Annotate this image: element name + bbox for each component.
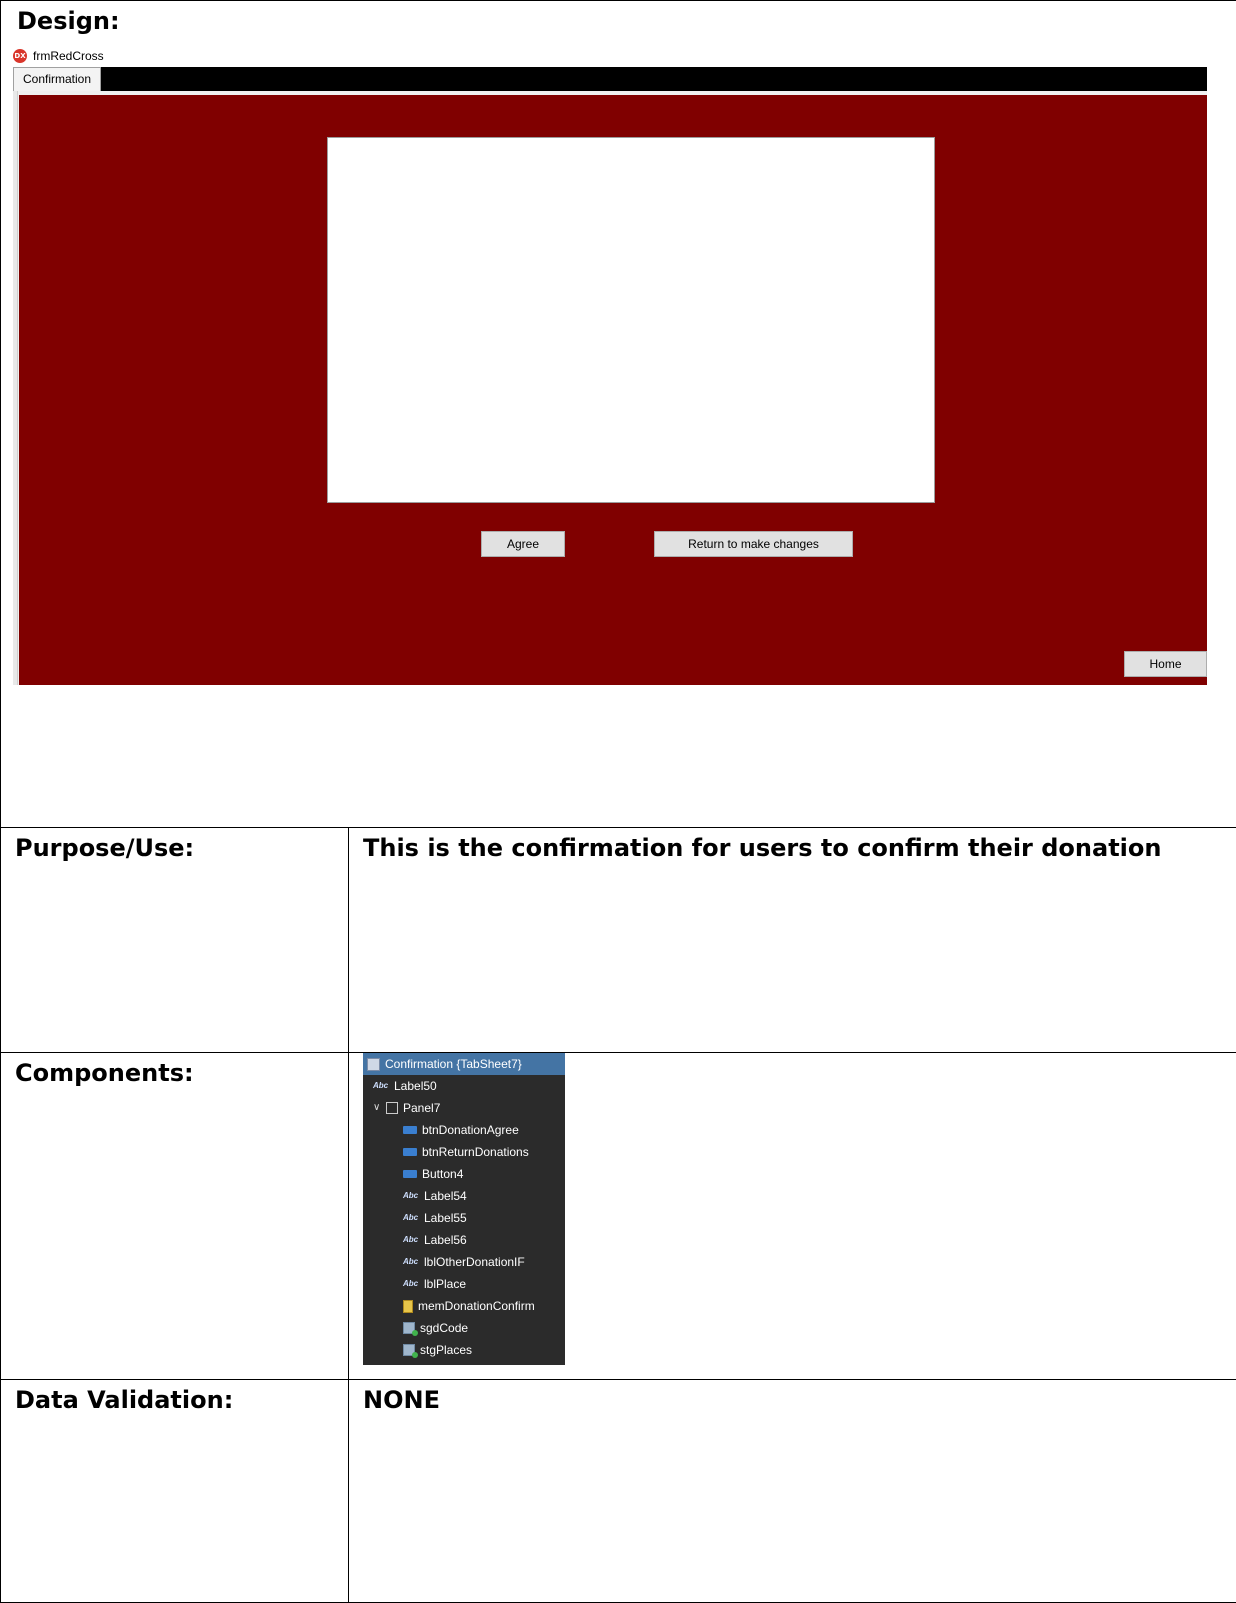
components-label: Components: bbox=[15, 1059, 194, 1087]
label-icon: Abc bbox=[403, 1279, 419, 1289]
button-icon bbox=[403, 1148, 417, 1156]
documentation-table: Design: DX frmRedCross Confirmation Agre… bbox=[0, 0, 1236, 1603]
purpose-value-cell: This is the confirmation for users to co… bbox=[349, 828, 1236, 1053]
tree-item[interactable]: ∨ Panel7 bbox=[363, 1097, 565, 1119]
label-icon: Abc bbox=[373, 1081, 389, 1091]
tree-item[interactable]: Abc lblOtherDonationIF bbox=[363, 1251, 565, 1273]
tree-item[interactable]: Abc Label56 bbox=[363, 1229, 565, 1251]
donation-confirm-memo[interactable] bbox=[327, 137, 935, 503]
agree-button[interactable]: Agree bbox=[481, 531, 565, 557]
tree-item-label: Confirmation {TabSheet7} bbox=[385, 1057, 522, 1071]
confirmation-panel: Agree Return to make changes Home bbox=[19, 95, 1207, 685]
validation-label: Data Validation: bbox=[15, 1386, 233, 1414]
tree-item[interactable]: sgdCode bbox=[363, 1317, 565, 1339]
tree-item-label: btnReturnDonations bbox=[422, 1145, 529, 1159]
tree-item-label: Panel7 bbox=[403, 1101, 440, 1115]
delphi-app-icon: DX bbox=[13, 49, 27, 63]
tree-item[interactable]: memDonationConfirm bbox=[363, 1295, 565, 1317]
button-icon bbox=[403, 1170, 417, 1178]
button-icon bbox=[403, 1126, 417, 1134]
window-title: frmRedCross bbox=[33, 49, 104, 63]
components-value-cell: Confirmation {TabSheet7} Abc Label50 ∨ Panel… bbox=[349, 1053, 1236, 1380]
tab-confirmation[interactable]: Confirmation bbox=[13, 67, 101, 91]
tree-item[interactable]: Abc Label55 bbox=[363, 1207, 565, 1229]
tree-item-label: Label50 bbox=[394, 1079, 437, 1093]
tree-item[interactable]: btnDonationAgree bbox=[363, 1119, 565, 1141]
panel-icon bbox=[386, 1102, 398, 1114]
design-cell: Design: DX frmRedCross Confirmation Agre… bbox=[1, 1, 1236, 828]
tree-item[interactable]: Abc Label50 bbox=[363, 1075, 565, 1097]
components-label-cell: Components: bbox=[1, 1053, 349, 1380]
tree-item[interactable]: btnReturnDonations bbox=[363, 1141, 565, 1163]
tree-item-label: Label55 bbox=[424, 1211, 467, 1225]
validation-label-cell: Data Validation: bbox=[1, 1380, 349, 1603]
home-button[interactable]: Home bbox=[1124, 651, 1207, 677]
tree-item-label: memDonationConfirm bbox=[418, 1299, 535, 1313]
window-title-bar: DX frmRedCross bbox=[13, 47, 104, 65]
memo-icon bbox=[403, 1300, 413, 1313]
validation-value-cell: NONE bbox=[349, 1380, 1236, 1603]
chevron-down-icon[interactable]: ∨ bbox=[373, 1103, 383, 1113]
label-icon: Abc bbox=[403, 1213, 419, 1223]
validation-value: NONE bbox=[363, 1386, 440, 1414]
tree-item-label: Button4 bbox=[422, 1167, 463, 1181]
label-icon: Abc bbox=[403, 1257, 419, 1267]
tree-item-label: sgdCode bbox=[420, 1321, 468, 1335]
tree-item-label: stgPlaces bbox=[420, 1343, 472, 1357]
tab-strip: Confirmation bbox=[13, 67, 1207, 91]
tree-item[interactable]: Abc lblPlace bbox=[363, 1273, 565, 1295]
tree-item-label: lblOtherDonationIF bbox=[424, 1255, 525, 1269]
purpose-label-cell: Purpose/Use: bbox=[1, 828, 349, 1053]
label-icon: Abc bbox=[403, 1235, 419, 1245]
string-grid-icon bbox=[403, 1322, 415, 1334]
tree-item[interactable]: Button4 bbox=[363, 1163, 565, 1185]
tabsheet-icon bbox=[367, 1058, 380, 1071]
tree-item-label: btnDonationAgree bbox=[422, 1123, 519, 1137]
tree-item[interactable]: stgPlaces bbox=[363, 1339, 565, 1361]
tree-item-label: lblPlace bbox=[424, 1277, 466, 1291]
label-icon: Abc bbox=[403, 1191, 419, 1201]
return-to-make-changes-button[interactable]: Return to make changes bbox=[654, 531, 853, 557]
tree-item[interactable]: Confirmation {TabSheet7} bbox=[363, 1053, 565, 1075]
form-area: Agree Return to make changes Home bbox=[13, 91, 1207, 685]
structure-tree-view[interactable]: Confirmation {TabSheet7} Abc Label50 ∨ Panel… bbox=[363, 1053, 565, 1365]
tree-item-label: Label56 bbox=[424, 1233, 467, 1247]
design-heading: Design: bbox=[17, 7, 120, 35]
form-left-edge bbox=[13, 91, 18, 685]
string-grid-icon bbox=[403, 1344, 415, 1356]
tree-item-label: Label54 bbox=[424, 1189, 467, 1203]
purpose-value: This is the confirmation for users to co… bbox=[363, 834, 1161, 862]
tree-item[interactable]: Abc Label54 bbox=[363, 1185, 565, 1207]
purpose-label: Purpose/Use: bbox=[15, 834, 194, 862]
